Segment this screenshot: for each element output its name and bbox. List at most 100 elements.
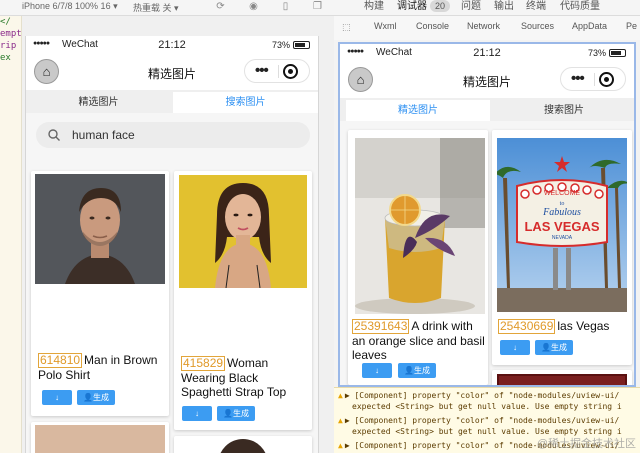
inspect-icon[interactable]: ⬚ bbox=[342, 22, 351, 33]
console-line: expected <String> but get null value. Us… bbox=[352, 402, 622, 411]
status-bar: ●●●●● WeChat 21:12 73% bbox=[26, 36, 318, 54]
close-mini-program-icon[interactable] bbox=[283, 64, 298, 79]
generate-button[interactable]: 👤生成 bbox=[217, 406, 255, 421]
tab-debugger[interactable]: 调试器 20 bbox=[397, 0, 451, 14]
console-line: ▲ ▶ [Component] property "color" of "node… bbox=[338, 415, 619, 426]
generate-label: 生成 bbox=[413, 366, 430, 375]
generate-label: 生成 bbox=[92, 393, 109, 402]
panel-tab-console[interactable]: Console bbox=[416, 21, 449, 31]
console-panel[interactable]: ▲ ▶ [Component] property "color" of "node… bbox=[334, 387, 640, 453]
tab-featured[interactable]: 精选图片 bbox=[26, 92, 171, 113]
card-title: 415829 Woman Wearing Black Spaghetti Stra… bbox=[181, 356, 309, 399]
console-line-text: ▶ [Component] property "color" of "node-… bbox=[344, 391, 620, 400]
search-input[interactable] bbox=[72, 127, 292, 143]
sign-las-vegas: LAS VEGAS bbox=[524, 219, 599, 234]
photo-partial[interactable] bbox=[497, 374, 627, 385]
photo-woman[interactable] bbox=[179, 175, 307, 288]
image-card[interactable] bbox=[174, 436, 312, 453]
download-icon: ↓ bbox=[513, 343, 517, 352]
tab-problems[interactable]: 问题 bbox=[461, 0, 481, 14]
nav-bar: ⌂ 精选图片 ••• bbox=[340, 62, 634, 98]
image-id: 415829 bbox=[181, 356, 226, 371]
generate-label: 生成 bbox=[232, 409, 249, 418]
panel-tab-wxml[interactable]: Wxml bbox=[374, 21, 397, 31]
battery-icon bbox=[293, 41, 310, 49]
image-card[interactable]: 25391643 A drink with an orange slice and… bbox=[348, 130, 488, 385]
search-bar[interactable] bbox=[36, 122, 310, 148]
debugger-badge: 20 bbox=[430, 0, 451, 12]
status-bar: ●●●●● WeChat 21:12 73% bbox=[340, 44, 634, 62]
panel-tab-more[interactable]: Pe bbox=[626, 21, 637, 31]
image-card[interactable] bbox=[492, 370, 632, 385]
sign-fabulous: Fabulous bbox=[542, 207, 581, 218]
generate-button[interactable]: 👤生成 bbox=[398, 363, 436, 378]
refresh-icon[interactable]: ⟳ bbox=[215, 1, 226, 12]
panel-tab-appdata[interactable]: AppData bbox=[572, 21, 607, 31]
close-mini-program-icon[interactable] bbox=[599, 72, 614, 87]
hot-reload-toggle[interactable]: 热重载 关 ▾ bbox=[133, 1, 179, 14]
generate-button[interactable]: 👤生成 bbox=[77, 390, 115, 405]
code-line: </ bbox=[0, 17, 11, 27]
menu-capsule: ••• bbox=[244, 59, 310, 83]
device-selector[interactable]: iPhone 6/7/8 100% 16 ▾ bbox=[22, 1, 118, 12]
card-title: 614810 Man in Brown Polo Shirt bbox=[38, 353, 166, 382]
generate-label: 生成 bbox=[550, 343, 567, 352]
image-card[interactable] bbox=[31, 422, 169, 453]
window-icon[interactable]: ❐ bbox=[312, 1, 323, 12]
image-card[interactable]: 415829 Woman Wearing Black Spaghetti Stra… bbox=[174, 171, 312, 430]
download-button[interactable]: ↓ bbox=[42, 390, 72, 405]
audio-icon[interactable]: ◉ bbox=[248, 1, 259, 12]
image-id: 614810 bbox=[38, 353, 83, 368]
devtools-panel-tabs: ⬚ Wxml Console Network Sources AppData P… bbox=[334, 16, 640, 40]
tab-build[interactable]: 构建 bbox=[364, 0, 384, 14]
download-icon: ↓ bbox=[375, 366, 379, 375]
more-icon[interactable]: ••• bbox=[571, 71, 585, 87]
warning-icon: ▲ bbox=[338, 416, 343, 425]
ide-toolbar: iPhone 6/7/8 100% 16 ▾ 热重载 关 ▾ ⟳ ◉ ▯ ❐ 构… bbox=[0, 0, 640, 16]
image-card[interactable]: WELCOME to Fabulous LAS VEGAS NEVADA 254… bbox=[492, 130, 632, 365]
download-button[interactable]: ↓ bbox=[182, 406, 212, 421]
warning-icon: ▲ bbox=[338, 441, 343, 450]
console-line: ▲ ▶ [Component] property "color" of "node… bbox=[338, 390, 619, 401]
nav-bar: ⌂ 精选图片 ••• bbox=[26, 54, 318, 90]
battery-icon bbox=[609, 49, 626, 57]
user-icon: 👤 bbox=[83, 393, 93, 402]
code-line: ex bbox=[0, 53, 11, 63]
photo-drink[interactable] bbox=[355, 138, 485, 314]
tab-debugger-label: 调试器 bbox=[397, 1, 427, 12]
tab-output[interactable]: 输出 bbox=[494, 0, 514, 14]
image-id: 25430669 bbox=[498, 319, 556, 334]
console-line-text: ▶ [Component] property "color" of "node-… bbox=[344, 416, 620, 425]
user-icon: 👤 bbox=[223, 409, 233, 418]
user-icon: 👤 bbox=[404, 366, 414, 375]
warning-icon: ▲ bbox=[338, 391, 343, 400]
sign-nevada: NEVADA bbox=[552, 235, 573, 241]
photo-man[interactable] bbox=[35, 174, 165, 284]
panel-tab-sources[interactable]: Sources bbox=[521, 21, 554, 31]
battery-percent: 73% bbox=[271, 40, 290, 50]
download-button[interactable]: ↓ bbox=[500, 340, 530, 355]
download-button[interactable]: ↓ bbox=[362, 363, 392, 378]
download-icon: ↓ bbox=[195, 409, 199, 418]
code-line: rip bbox=[0, 41, 17, 51]
tab-code-quality[interactable]: 代码质量 bbox=[560, 0, 600, 14]
tab-terminal[interactable]: 终端 bbox=[526, 0, 546, 14]
sign-welcome: WELCOME bbox=[544, 190, 581, 197]
phone-icon[interactable]: ▯ bbox=[280, 1, 291, 12]
tab-bar: 精选图片 搜索图片 bbox=[340, 98, 634, 121]
tab-featured[interactable]: 精选图片 bbox=[346, 100, 490, 121]
image-caption: las Vegas bbox=[557, 319, 610, 333]
tab-bar: 精选图片 搜索图片 bbox=[26, 90, 318, 113]
tab-search[interactable]: 搜索图片 bbox=[492, 100, 634, 121]
code-editor-strip[interactable]: </ empt rip ex bbox=[0, 16, 22, 453]
photo-partial[interactable] bbox=[35, 425, 165, 453]
more-icon[interactable]: ••• bbox=[255, 63, 269, 79]
photo-las-vegas[interactable]: WELCOME to Fabulous LAS VEGAS NEVADA bbox=[497, 138, 627, 312]
photo-partial[interactable] bbox=[218, 439, 268, 453]
tab-search[interactable]: 搜索图片 bbox=[173, 92, 318, 113]
panel-tab-network[interactable]: Network bbox=[467, 21, 500, 31]
image-card[interactable]: 614810 Man in Brown Polo Shirt ↓ 👤生成 bbox=[31, 171, 169, 416]
generate-button[interactable]: 👤生成 bbox=[535, 340, 573, 355]
download-icon: ↓ bbox=[55, 393, 59, 402]
search-icon bbox=[48, 129, 60, 141]
